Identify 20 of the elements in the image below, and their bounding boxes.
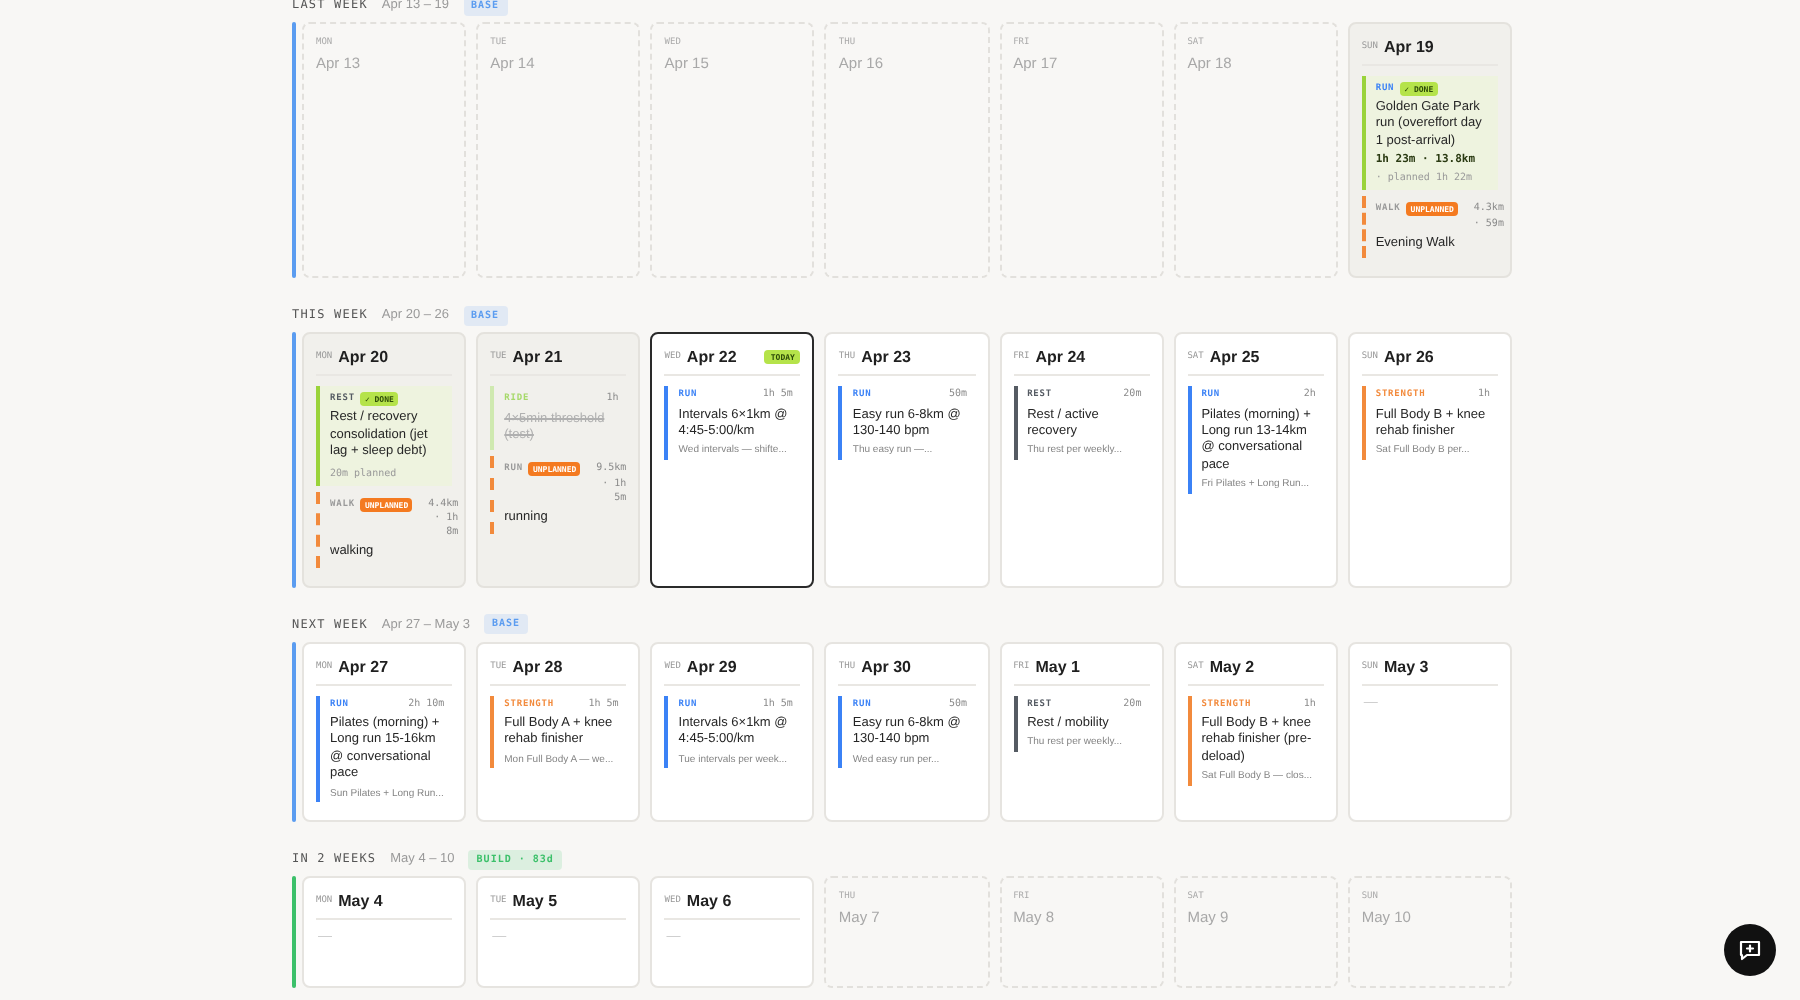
day-date: Apr 26 <box>1383 348 1434 367</box>
day-date: Apr 25 <box>1209 348 1260 367</box>
day-date: Apr 28 <box>512 657 563 676</box>
chat-button[interactable] <box>1724 924 1776 976</box>
day-date: Apr 24 <box>1035 348 1086 367</box>
day-date: May 3 <box>1383 657 1429 676</box>
day-date: Apr 21 <box>512 348 563 367</box>
day-date: May 1 <box>1035 657 1080 676</box>
message-plus-icon <box>1738 938 1762 962</box>
day-date: Apr 27 <box>338 657 389 676</box>
day-date: Apr 20 <box>338 348 389 367</box>
day-date: May 4 <box>338 892 383 911</box>
day-date: May 6 <box>686 892 732 911</box>
day-date: May 2 <box>1209 657 1255 676</box>
day-date: Apr 22 <box>686 348 737 367</box>
day-date: May 5 <box>512 892 558 911</box>
day-date: Apr 30 <box>861 657 911 676</box>
day-date: Apr 23 <box>861 348 911 367</box>
day-date: Apr 29 <box>686 657 737 676</box>
day-date: Apr 19 <box>1383 38 1434 56</box>
